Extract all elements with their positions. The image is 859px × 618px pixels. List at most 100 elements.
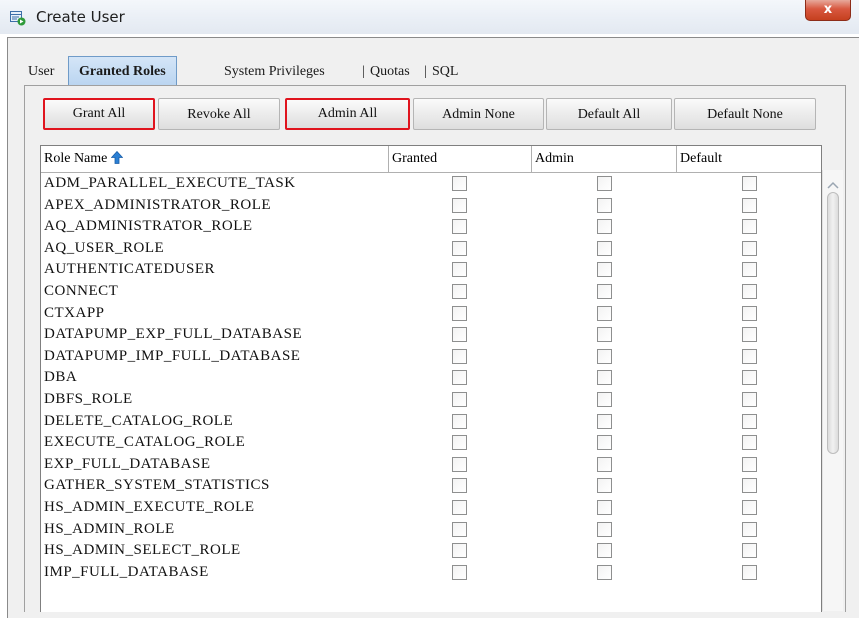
default-checkbox[interactable]	[742, 240, 757, 256]
admin-checkbox[interactable]	[597, 283, 612, 299]
granted-checkbox[interactable]	[452, 564, 467, 580]
admin-checkbox[interactable]	[597, 478, 612, 494]
admin-checkbox[interactable]	[597, 305, 612, 321]
granted-checkbox[interactable]	[452, 305, 467, 321]
admin-checkbox[interactable]	[597, 456, 612, 472]
tab-system-privileges[interactable]: System Privileges	[224, 59, 325, 85]
role-name-cell: APEX_ADMINISTRATOR_ROLE	[44, 196, 272, 213]
admin-none-button[interactable]: Admin None	[413, 98, 544, 130]
granted-checkbox[interactable]	[452, 176, 467, 191]
table-row[interactable]: GATHER_SYSTEM_STATISTICS	[41, 475, 821, 497]
table-row[interactable]: HS_ADMIN_SELECT_ROLE	[41, 540, 821, 562]
default-checkbox[interactable]	[742, 499, 757, 515]
default-checkbox[interactable]	[742, 262, 757, 278]
column-header-default[interactable]: Default	[677, 146, 821, 172]
admin-checkbox[interactable]	[597, 499, 612, 515]
default-checkbox[interactable]	[742, 348, 757, 364]
tab-user[interactable]: User	[28, 59, 54, 85]
default-checkbox[interactable]	[742, 521, 757, 537]
default-all-button[interactable]: Default All	[546, 98, 672, 130]
default-checkbox[interactable]	[742, 435, 757, 451]
default-checkbox[interactable]	[742, 176, 757, 191]
default-checkbox[interactable]	[742, 543, 757, 559]
table-row[interactable]: EXECUTE_CATALOG_ROLE	[41, 432, 821, 454]
default-checkbox[interactable]	[742, 456, 757, 472]
close-button[interactable]: x	[805, 0, 851, 21]
tab-sql[interactable]: SQL	[432, 59, 458, 85]
default-checkbox[interactable]	[742, 391, 757, 407]
admin-checkbox[interactable]	[597, 262, 612, 278]
default-none-button[interactable]: Default None	[674, 98, 816, 130]
granted-checkbox[interactable]	[452, 521, 467, 537]
table-row[interactable]: HS_ADMIN_ROLE	[41, 519, 821, 541]
role-name-cell: CTXAPP	[44, 304, 105, 321]
table-row[interactable]: EXP_FULL_DATABASE	[41, 454, 821, 476]
admin-checkbox[interactable]	[597, 413, 612, 429]
table-row[interactable]: DBFS_ROLE	[41, 389, 821, 411]
default-checkbox[interactable]	[742, 283, 757, 299]
default-checkbox[interactable]	[742, 564, 757, 580]
granted-checkbox[interactable]	[452, 391, 467, 407]
default-checkbox[interactable]	[742, 327, 757, 343]
table-row[interactable]: AQ_ADMINISTRATOR_ROLE	[41, 216, 821, 238]
default-checkbox[interactable]	[742, 305, 757, 321]
default-checkbox[interactable]	[742, 478, 757, 494]
column-header-admin[interactable]: Admin	[532, 146, 677, 172]
vertical-scrollbar[interactable]	[822, 170, 843, 611]
admin-checkbox[interactable]	[597, 240, 612, 256]
granted-checkbox[interactable]	[452, 240, 467, 256]
table-row[interactable]: APEX_ADMINISTRATOR_ROLE	[41, 195, 821, 217]
granted-checkbox[interactable]	[452, 456, 467, 472]
admin-checkbox[interactable]	[597, 391, 612, 407]
table-row[interactable]: AQ_USER_ROLE	[41, 238, 821, 260]
default-checkbox[interactable]	[742, 370, 757, 386]
tab-granted-roles[interactable]: Granted Roles	[68, 56, 177, 87]
admin-checkbox[interactable]	[597, 370, 612, 386]
table-row[interactable]: CONNECT	[41, 281, 821, 303]
granted-checkbox[interactable]	[452, 499, 467, 515]
scrollbar-thumb[interactable]	[827, 192, 839, 454]
granted-checkbox[interactable]	[452, 197, 467, 213]
admin-checkbox[interactable]	[597, 435, 612, 451]
grant-all-button[interactable]: Grant All	[43, 98, 155, 130]
default-checkbox[interactable]	[742, 413, 757, 429]
admin-checkbox[interactable]	[597, 348, 612, 364]
granted-checkbox[interactable]	[452, 283, 467, 299]
admin-all-button[interactable]: Admin All	[285, 98, 410, 130]
column-header-role-name[interactable]: Role Name	[41, 146, 389, 172]
table-row[interactable]: DBA	[41, 367, 821, 389]
admin-checkbox[interactable]	[597, 564, 612, 580]
table-row[interactable]: HS_ADMIN_EXECUTE_ROLE	[41, 497, 821, 519]
granted-checkbox[interactable]	[452, 262, 467, 278]
default-checkbox[interactable]	[742, 219, 757, 235]
granted-checkbox[interactable]	[452, 478, 467, 494]
granted-checkbox[interactable]	[452, 543, 467, 559]
role-name-cell: HS_ADMIN_SELECT_ROLE	[44, 542, 241, 559]
granted-checkbox[interactable]	[452, 435, 467, 451]
tab-quotas[interactable]: Quotas	[370, 59, 410, 85]
admin-checkbox[interactable]	[597, 327, 612, 343]
table-row[interactable]: AUTHENTICATEDUSER	[41, 259, 821, 281]
table-row[interactable]: IMP_FULL_DATABASE	[41, 562, 821, 584]
granted-checkbox[interactable]	[452, 348, 467, 364]
admin-checkbox[interactable]	[597, 197, 612, 213]
role-name-cell: GATHER_SYSTEM_STATISTICS	[44, 477, 270, 494]
granted-checkbox[interactable]	[452, 413, 467, 429]
table-row[interactable]: DATAPUMP_EXP_FULL_DATABASE	[41, 324, 821, 346]
admin-checkbox[interactable]	[597, 521, 612, 537]
scroll-up-arrow-icon[interactable]	[827, 176, 839, 189]
table-row[interactable]: CTXAPP	[41, 303, 821, 325]
table-row[interactable]: DELETE_CATALOG_ROLE	[41, 411, 821, 433]
default-checkbox[interactable]	[742, 197, 757, 213]
admin-checkbox[interactable]	[597, 543, 612, 559]
revoke-all-button[interactable]: Revoke All	[158, 98, 280, 130]
admin-checkbox[interactable]	[597, 176, 612, 191]
granted-checkbox[interactable]	[452, 219, 467, 235]
column-header-granted[interactable]: Granted	[389, 146, 532, 172]
admin-checkbox[interactable]	[597, 219, 612, 235]
table-row[interactable]: DATAPUMP_IMP_FULL_DATABASE	[41, 346, 821, 368]
granted-checkbox[interactable]	[452, 370, 467, 386]
table-row[interactable]: ADM_PARALLEL_EXECUTE_TASK	[41, 173, 821, 195]
sort-ascending-icon[interactable]	[110, 148, 124, 174]
granted-checkbox[interactable]	[452, 327, 467, 343]
